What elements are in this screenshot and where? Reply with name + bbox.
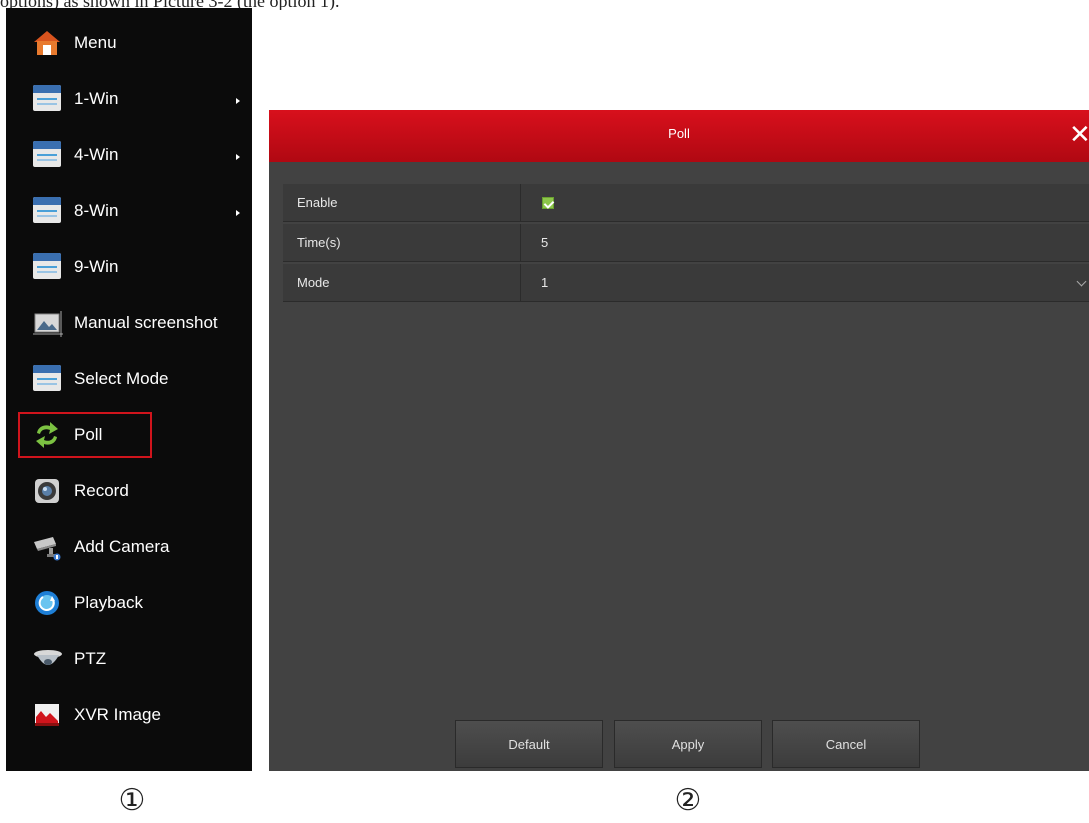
context-menu: Menu 1-Win 4-Win 8-Win 9-Win Manual scre… bbox=[6, 8, 252, 771]
menu-item-label: Select Mode bbox=[74, 369, 169, 388]
menu-item-label: 9-Win bbox=[74, 257, 119, 276]
figure-caption-2: ② bbox=[674, 783, 702, 818]
window-icon bbox=[33, 141, 61, 169]
camera-icon bbox=[33, 533, 61, 561]
dialog-header: Poll ✕ bbox=[269, 110, 1089, 162]
window-icon bbox=[33, 197, 61, 225]
menu-item-label: XVR Image bbox=[74, 705, 161, 724]
screenshot-icon bbox=[33, 309, 63, 337]
submenu-arrow-icon bbox=[236, 98, 240, 104]
menu-item-1-win[interactable]: 1-Win bbox=[6, 72, 252, 128]
submenu-arrow-icon bbox=[236, 154, 240, 160]
time-input[interactable]: 5 bbox=[541, 224, 548, 262]
submenu-arrow-icon bbox=[236, 210, 240, 216]
default-button[interactable]: Default bbox=[455, 720, 603, 768]
menu-item-add-camera[interactable]: Add Camera bbox=[6, 520, 252, 576]
refresh-icon bbox=[33, 421, 61, 449]
apply-button[interactable]: Apply bbox=[614, 720, 762, 768]
menu-item-label: Record bbox=[74, 481, 129, 500]
window-icon bbox=[33, 253, 61, 281]
menu-item-ptz[interactable]: PTZ bbox=[6, 632, 252, 688]
cancel-button[interactable]: Cancel bbox=[772, 720, 920, 768]
row-label: Time(s) bbox=[283, 224, 521, 262]
menu-item-label: Manual screenshot bbox=[74, 313, 218, 332]
row-label: Enable bbox=[283, 184, 521, 222]
menu-item-poll[interactable]: Poll bbox=[6, 408, 252, 464]
menu-item-record[interactable]: Record bbox=[6, 464, 252, 520]
menu-item-9-win[interactable]: 9-Win bbox=[6, 240, 252, 296]
record-icon bbox=[33, 477, 61, 505]
row-mode: Mode 1 bbox=[283, 264, 1089, 302]
menu-item-label: Poll bbox=[74, 425, 103, 444]
menu-item-4-win[interactable]: 4-Win bbox=[6, 128, 252, 184]
figure-caption-1: ① bbox=[118, 783, 146, 818]
mode-select[interactable]: 1 bbox=[541, 264, 548, 302]
window-icon bbox=[33, 85, 61, 113]
close-icon[interactable]: ✕ bbox=[1069, 120, 1089, 148]
menu-item-8-win[interactable]: 8-Win bbox=[6, 184, 252, 240]
menu-item-label: 1-Win bbox=[74, 89, 119, 108]
window-icon bbox=[33, 365, 61, 393]
menu-item-label: Menu bbox=[74, 33, 117, 52]
image-icon bbox=[33, 701, 61, 729]
home-icon bbox=[33, 29, 61, 57]
row-enable: Enable bbox=[283, 184, 1089, 222]
menu-item-xvr-image[interactable]: XVR Image bbox=[6, 688, 252, 744]
dialog-title: Poll bbox=[668, 126, 690, 141]
chevron-down-icon[interactable] bbox=[1076, 276, 1087, 287]
menu-item-select-mode[interactable]: Select Mode bbox=[6, 352, 252, 408]
menu-item-label: 4-Win bbox=[74, 145, 119, 164]
poll-dialog: Poll ✕ Enable Time(s) 5 Mode 1 Default A… bbox=[269, 110, 1089, 771]
menu-item-label: Playback bbox=[74, 593, 143, 612]
menu-item-label: 8-Win bbox=[74, 201, 119, 220]
menu-item-manual-screenshot[interactable]: Manual screenshot bbox=[6, 296, 252, 352]
row-time: Time(s) 5 bbox=[283, 224, 1089, 262]
playback-icon bbox=[33, 589, 61, 617]
menu-item-playback[interactable]: Playback bbox=[6, 576, 252, 632]
menu-item-label: Add Camera bbox=[74, 537, 170, 556]
menu-item-menu[interactable]: Menu bbox=[6, 16, 252, 72]
ptz-icon bbox=[33, 645, 62, 673]
menu-item-label: PTZ bbox=[74, 649, 107, 668]
enable-checkbox[interactable] bbox=[542, 197, 554, 209]
row-label: Mode bbox=[283, 264, 521, 302]
